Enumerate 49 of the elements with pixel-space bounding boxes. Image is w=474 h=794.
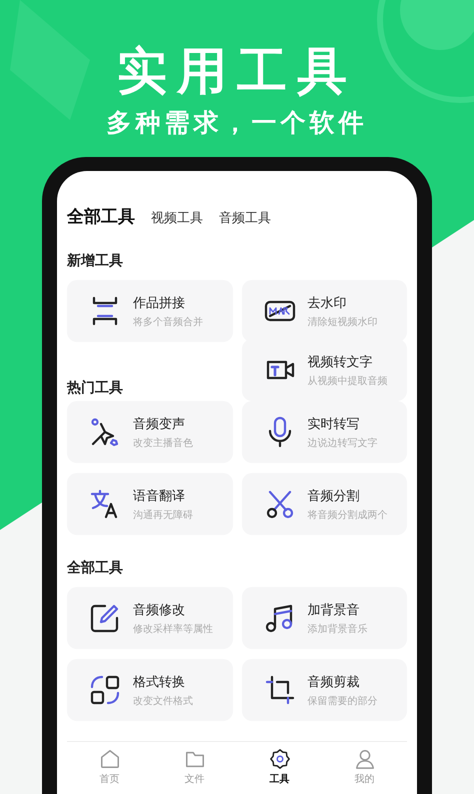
nav-item[interactable]: 工具 xyxy=(237,748,322,786)
tool-name: 音频修改 xyxy=(133,602,186,618)
tool-card[interactable]: 语音翻译 沟通再无障碍 xyxy=(67,473,232,535)
tool-description: 改变主播音色 xyxy=(133,436,193,450)
person-icon xyxy=(354,748,376,770)
convert-icon xyxy=(89,674,121,706)
magic-wand-icon xyxy=(89,416,121,448)
tool-description: 修改采样率等属性 xyxy=(133,622,213,636)
tool-card[interactable]: 音频修改 修改采样率等属性 xyxy=(67,587,232,649)
settings-icon xyxy=(268,748,290,770)
tool-description: 沟通再无障碍 xyxy=(133,508,193,522)
section-title: 热门工具 xyxy=(67,379,124,397)
tool-name: 语音翻译 xyxy=(133,488,186,504)
section-title: 新增工具 xyxy=(67,252,124,270)
tool-card[interactable]: 作品拼接 将多个音频合并 xyxy=(67,280,232,342)
tool-name: 作品拼接 xyxy=(133,294,186,312)
tool-description: 清除短视频水印 xyxy=(308,316,378,328)
tool-card[interactable]: 格式转换 改变文件格式 xyxy=(67,659,232,721)
tool-card[interactable]: 加背景音 添加背景音乐 xyxy=(242,587,407,649)
tool-name: 格式转换 xyxy=(133,674,186,690)
tool-name: 视频转文字 xyxy=(308,354,374,370)
crop-icon xyxy=(264,674,296,706)
tab[interactable]: 音频工具 xyxy=(219,209,271,227)
tool-card[interactable]: 视频转文字 从视频中提取音频 xyxy=(242,339,407,401)
tab[interactable]: 全部工具 xyxy=(67,205,135,228)
tool-name: 音频分割 xyxy=(308,488,360,504)
tool-description: 将音频分割成两个 xyxy=(308,508,388,522)
edit-icon xyxy=(89,602,121,634)
subheadline: 多种需求，一个软件 xyxy=(106,107,368,139)
section-title: 全部工具 xyxy=(67,559,124,577)
tool-card[interactable]: 去水印 清除短视频水印 xyxy=(242,280,407,342)
tool-description: 改变文件格式 xyxy=(133,694,193,708)
tool-card[interactable]: 实时转写 边说边转写文字 xyxy=(242,401,407,463)
tool-name: 音频剪裁 xyxy=(308,674,360,690)
tool-card[interactable]: 音频分割 将音频分割成两个 xyxy=(242,473,407,535)
tool-name: 音频变声 xyxy=(133,416,186,432)
tool-card[interactable]: 音频变声 改变主播音色 xyxy=(67,401,232,463)
tool-description: 将多个音频合并 xyxy=(133,316,203,328)
tool-description: 保留需要的部分 xyxy=(308,694,378,708)
tab[interactable]: 视频工具 xyxy=(151,209,203,227)
tool-description: 边说边转写文字 xyxy=(308,436,378,450)
tool-card[interactable]: 音频剪裁 保留需要的部分 xyxy=(242,659,407,721)
tool-name: 加背景音 xyxy=(308,602,360,618)
tool-name: 实时转写 xyxy=(308,416,360,432)
tool-description: 添加背景音乐 xyxy=(308,622,368,636)
tool-name: 去水印 xyxy=(308,294,348,312)
headline: 实用工具 xyxy=(117,41,357,102)
home-icon xyxy=(98,748,120,770)
tool-description: 从视频中提取音频 xyxy=(308,374,388,388)
